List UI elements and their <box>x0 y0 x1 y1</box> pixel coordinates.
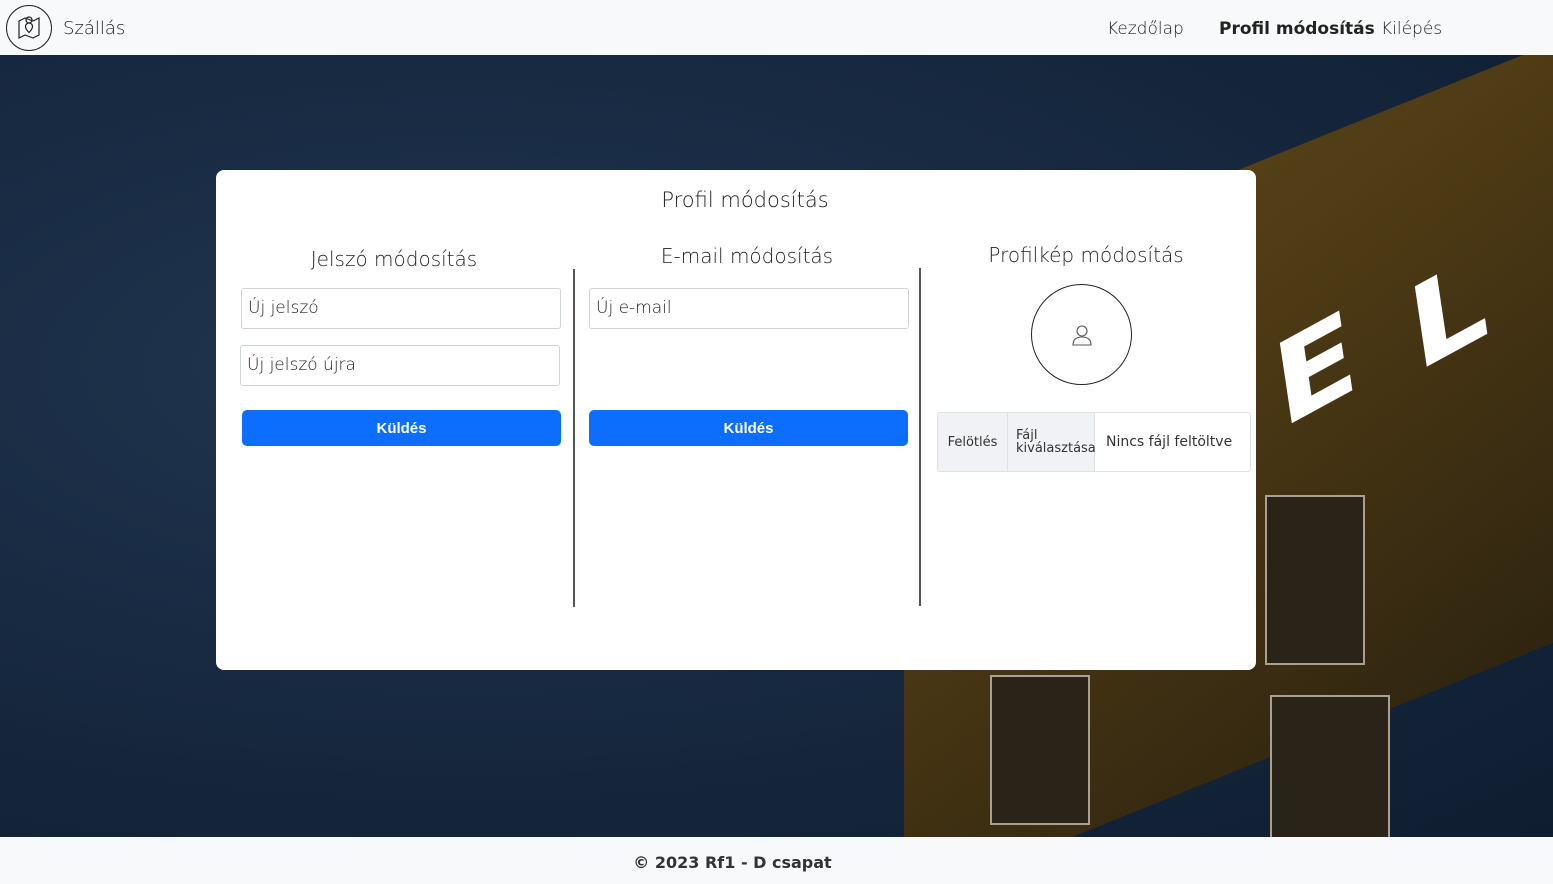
building-window <box>1265 495 1365 665</box>
password-section-title: Jelszó módosítás <box>310 247 478 271</box>
brand-name[interactable]: Szállás <box>63 18 125 39</box>
card-title: Profil módosítás <box>661 188 829 212</box>
choose-file-button[interactable]: Fájl kiválasztása <box>1008 413 1096 471</box>
file-status-text: Nincs fájl feltöltve <box>1106 434 1233 450</box>
nav-profile[interactable]: Profil módosítás <box>1219 19 1375 39</box>
user-icon <box>1071 324 1092 346</box>
nav-home[interactable]: Kezdőlap <box>1107 19 1184 39</box>
building-window <box>990 675 1090 825</box>
new-password-field[interactable]: Új jelszó <box>241 288 561 329</box>
email-submit-button[interactable]: Küldés <box>589 410 908 446</box>
avatar-section-title: Profilkép módosítás <box>988 243 1184 267</box>
file-upload: Felötlés Fájl kiválasztása Nincs fájl fe… <box>937 412 1251 472</box>
email-section-title: E-mail módosítás <box>660 244 834 268</box>
map-pin-logo-icon[interactable] <box>6 5 52 51</box>
footer: © 2023 Rf1 - D csapat <box>0 837 1553 884</box>
upload-button[interactable]: Felötlés <box>938 413 1008 471</box>
building-window <box>1270 695 1390 837</box>
profile-card: Profil módosítás Jelszó módosítás Új jel… <box>216 170 1256 670</box>
footer-copyright: © 2023 Rf1 - D csapat <box>633 853 832 872</box>
column-divider <box>573 269 575 607</box>
profile-avatar <box>1031 284 1132 385</box>
navbar: Szállás Kezdőlap Profil módosítás Kilépé… <box>0 0 1553 55</box>
new-email-field[interactable]: Új e-mail <box>589 288 909 329</box>
password-submit-button[interactable]: Küldés <box>242 410 561 446</box>
column-divider <box>919 268 921 606</box>
new-password-again-field[interactable]: Új jelszó újra <box>240 345 560 386</box>
nav-logout[interactable]: Kilépés <box>1381 19 1442 39</box>
